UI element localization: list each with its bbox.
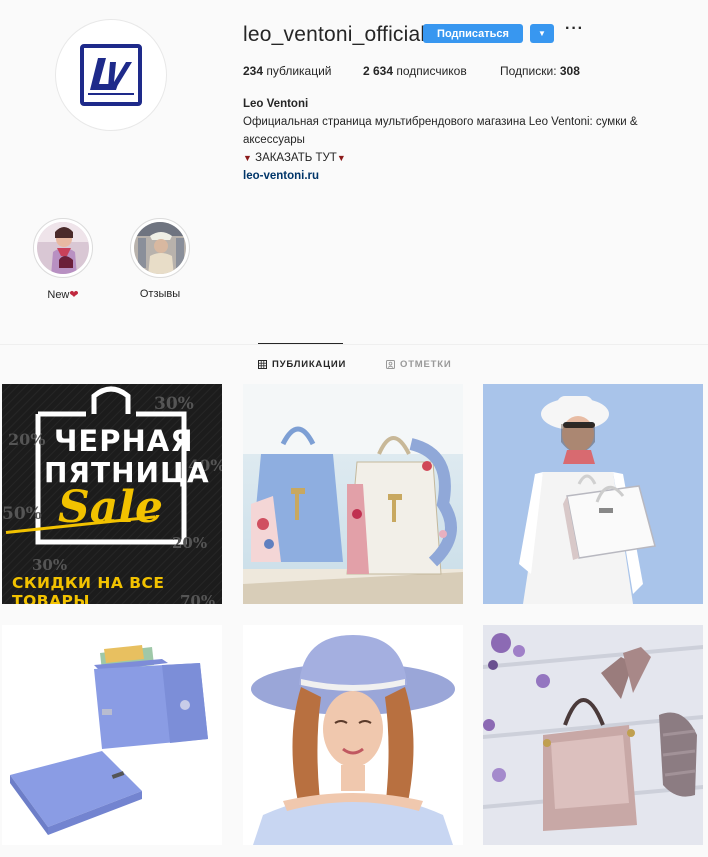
- discount-20-text: 20%: [8, 430, 46, 449]
- triangle-down-icon: ▼: [336, 153, 346, 163]
- posts-count-stat: 234 публикаций: [243, 64, 332, 78]
- tab-publications-label: ПУБЛИКАЦИИ: [272, 359, 347, 370]
- more-options-button[interactable]: ···: [565, 21, 583, 38]
- highlight-ring: [33, 218, 93, 278]
- two-handbags-image: [243, 384, 463, 604]
- highlight-new-label: New: [47, 289, 70, 301]
- profile-bio: Leo Ventoni Официальная страница мультиб…: [243, 95, 663, 185]
- profile-website-link[interactable]: leo-ventoni.ru: [243, 167, 663, 185]
- tab-tagged-label: ОТМЕТКИ: [400, 359, 452, 370]
- profile-description: Официальная страница мультибрендового ма…: [243, 116, 638, 146]
- discount-30-text: 30%: [154, 394, 194, 414]
- discount-20b-text: 20%: [172, 534, 208, 552]
- follow-button[interactable]: Подписаться: [423, 24, 523, 43]
- post-woman-blue-hat[interactable]: [243, 625, 463, 845]
- following-label: Подписки:: [500, 64, 560, 78]
- woman-blue-hat-image: [243, 625, 463, 845]
- profile-full-name: Leo Ventoni: [243, 98, 309, 110]
- highlight-reviews-image: [134, 222, 186, 274]
- tab-publications[interactable]: ПУБЛИКАЦИИ: [258, 359, 346, 370]
- profile-avatar[interactable]: [55, 19, 167, 131]
- post-black-friday[interactable]: 30% 20% 40% 50% 30% 20% 70% ЧЕРНАЯ ПЯТНИ…: [2, 384, 222, 604]
- posts-label: публикаций: [263, 64, 332, 78]
- black-friday-line1: ЧЕРНАЯ: [54, 424, 194, 458]
- profile-cta: ▼ ЗАКАЗАТЬ ТУТ▼: [243, 149, 663, 167]
- post-pink-bag-gloves[interactable]: [483, 625, 703, 845]
- chevron-down-icon: ▼: [538, 29, 546, 38]
- highlight-new-image: [37, 222, 89, 274]
- cta-text: ЗАКАЗАТЬ ТУТ: [251, 152, 337, 164]
- following-count-stat[interactable]: Подписки: 308: [500, 64, 580, 78]
- following-count: 308: [559, 64, 580, 78]
- woman-white-bag-image: [483, 384, 703, 604]
- profile-username: leo_ventoni_official: [243, 23, 426, 46]
- post-woman-white-bag[interactable]: [483, 384, 703, 604]
- discount-50-text: 50%: [2, 504, 42, 524]
- suggestions-dropdown-button[interactable]: ▼: [530, 24, 554, 43]
- triangle-down-icon: ▼: [243, 153, 252, 163]
- tagged-person-icon: [386, 360, 395, 369]
- post-two-handbags[interactable]: [243, 384, 463, 604]
- highlight-reviews-label: Отзывы: [139, 288, 181, 300]
- grid-icon: [258, 360, 267, 369]
- highlight-label: New❤: [18, 288, 108, 301]
- tabs-divider: [0, 344, 708, 345]
- followers-count: 2 634: [363, 64, 394, 78]
- blue-wallet-image: [2, 625, 222, 845]
- highlight-new[interactable]: New❤: [18, 218, 108, 301]
- highlight-ring: [130, 218, 190, 278]
- discount-30b-text: 30%: [32, 556, 68, 574]
- more-dots-icon: ···: [565, 20, 584, 37]
- tab-tagged[interactable]: ОТМЕТКИ: [386, 359, 451, 370]
- discount-all-products-text: СКИДКИ НА ВСЕ ТОВАРЫ: [12, 574, 165, 604]
- heart-emoji-icon: ❤: [69, 289, 79, 301]
- leo-ventoni-logo: [80, 44, 142, 106]
- highlight-reviews[interactable]: Отзывы: [115, 218, 205, 300]
- active-tab-indicator: [258, 343, 343, 344]
- post-blue-wallet[interactable]: [2, 625, 222, 845]
- followers-count-stat[interactable]: 2 634 подписчиков: [363, 64, 467, 78]
- followers-label: подписчиков: [393, 64, 467, 78]
- pink-bag-gloves-image: [483, 625, 703, 845]
- posts-count: 234: [243, 64, 264, 78]
